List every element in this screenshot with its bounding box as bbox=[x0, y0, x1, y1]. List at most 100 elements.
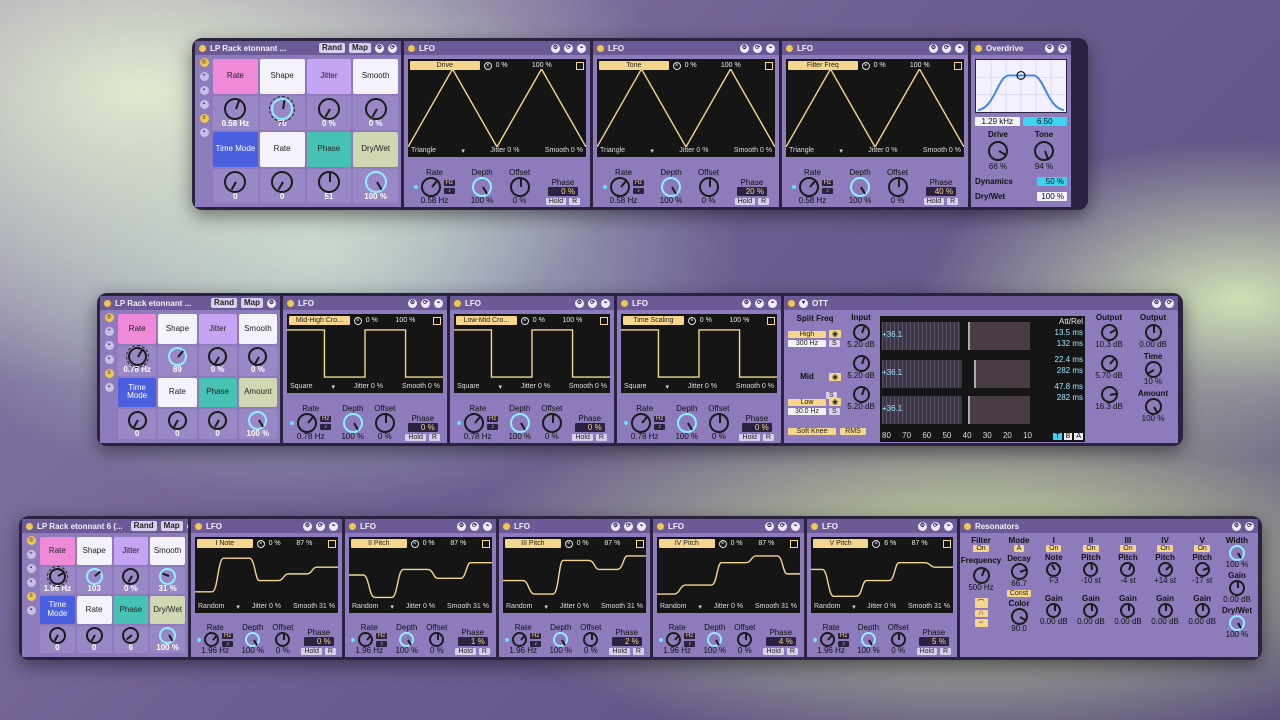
macro-knob-time-mode[interactable]: 0 bbox=[118, 409, 157, 439]
attack-high[interactable]: 13.5 ms bbox=[1034, 327, 1083, 338]
jitter-value[interactable]: Jitter 0 % bbox=[252, 603, 281, 612]
resonator-gain-knob[interactable] bbox=[1046, 603, 1062, 618]
link-icon[interactable]: ⌁ bbox=[766, 43, 775, 53]
macro-knob-phase[interactable]: 51 bbox=[306, 168, 352, 203]
waveform-select[interactable]: Random bbox=[506, 603, 532, 612]
retrigger-button[interactable]: R bbox=[324, 648, 336, 655]
input-knob-low[interactable] bbox=[852, 386, 870, 403]
release-high[interactable]: 132 ms bbox=[1034, 338, 1083, 349]
soft-knee-button[interactable]: Soft Knee bbox=[788, 428, 836, 435]
macro-knob-rate-2[interactable]: 0 bbox=[76, 625, 112, 653]
lfo-waveform-display[interactable]: Tone × 0 % 100 % Triangle ▾ Jitter 0 % Smooth … bbox=[597, 59, 775, 157]
hot-swap-icon[interactable]: ⟳ bbox=[564, 43, 573, 53]
filter-type-lowpass-icon[interactable]: ⌒ bbox=[974, 598, 988, 608]
lfo-waveform-display[interactable]: IV Pitch × 0 % 87 % Random ▾ Jitter 0 % Smooth… bbox=[657, 537, 800, 613]
device-power-toggle[interactable] bbox=[811, 522, 818, 530]
jitter-value[interactable]: Jitter 0 % bbox=[679, 147, 708, 156]
resonator-gain-knob[interactable] bbox=[1157, 603, 1173, 618]
hold-button[interactable]: Hold bbox=[923, 198, 945, 205]
drive-knob[interactable] bbox=[987, 141, 1008, 161]
device-power-toggle[interactable] bbox=[786, 44, 793, 52]
rate-hz-button[interactable]: Hz bbox=[530, 632, 542, 639]
settings-icon[interactable]: ⚙ bbox=[186, 521, 188, 531]
const-button[interactable]: Const bbox=[1006, 590, 1032, 597]
low-solo-icon[interactable]: ◉ bbox=[829, 398, 842, 406]
retrigger-button[interactable]: R bbox=[762, 434, 774, 441]
hold-button[interactable]: Hold bbox=[734, 198, 756, 205]
color-knob[interactable] bbox=[1010, 608, 1028, 625]
filter-type-highpass-icon[interactable]: ⌣ bbox=[974, 619, 988, 627]
master-output-knob[interactable] bbox=[1144, 324, 1162, 341]
resonator-gain-knob[interactable] bbox=[1083, 603, 1099, 618]
settings-icon[interactable]: ⚙ bbox=[918, 521, 927, 531]
macro-knob-time-mode[interactable]: 0 bbox=[213, 168, 258, 203]
lfo-waveform-display[interactable]: II Pitch × 0 % 87 % Random ▾ Jitter 0 % Smooth… bbox=[349, 537, 492, 613]
amount-knob[interactable] bbox=[1144, 398, 1162, 415]
link-icon[interactable]: ⌁ bbox=[601, 298, 610, 308]
hot-swap-icon[interactable]: ⟳ bbox=[421, 298, 430, 308]
phase-slider[interactable]: 1 % bbox=[457, 637, 488, 646]
release-low[interactable]: 282 ms bbox=[1034, 392, 1083, 403]
hot-swap-icon[interactable]: ⟳ bbox=[388, 43, 397, 53]
rate-knob[interactable] bbox=[819, 632, 835, 647]
device-power-toggle[interactable] bbox=[597, 44, 604, 52]
macro-icon[interactable]: ▪ bbox=[26, 564, 36, 573]
phase-slider[interactable]: 0 % bbox=[303, 637, 334, 646]
hot-swap-icon[interactable]: ⟳ bbox=[470, 521, 479, 531]
high-freq-field[interactable]: 300 Hz bbox=[788, 340, 826, 347]
offset-knob[interactable] bbox=[275, 632, 291, 647]
device-power-toggle[interactable] bbox=[964, 522, 971, 530]
filter-type-bandpass-icon[interactable]: ∩ bbox=[974, 610, 988, 617]
offset-knob[interactable] bbox=[887, 177, 908, 197]
input-knob-mid[interactable] bbox=[852, 355, 870, 372]
time-knob[interactable] bbox=[1144, 361, 1162, 378]
device-list-icon[interactable]: ≡ bbox=[26, 592, 36, 601]
lfo-waveform-display[interactable]: I Note × 0 % 87 % Random ▾ Jitter 0 % Smooth 3… bbox=[195, 537, 338, 613]
offset-knob[interactable] bbox=[583, 632, 599, 647]
rate-hz-button[interactable]: Hz bbox=[684, 632, 696, 639]
smooth-value[interactable]: Smooth 0 % bbox=[923, 147, 961, 156]
device-list-icon[interactable]: ≡ bbox=[104, 369, 114, 378]
smooth-value[interactable]: Smooth 0 % bbox=[545, 147, 583, 156]
offset-knob[interactable] bbox=[541, 413, 562, 433]
jitter-value[interactable]: Jitter 0 % bbox=[354, 383, 383, 392]
resonator-on-button[interactable]: On bbox=[1046, 545, 1062, 552]
phase-slider[interactable]: 4 % bbox=[765, 637, 796, 646]
depth-knob[interactable] bbox=[661, 177, 682, 197]
output-knob-high[interactable] bbox=[1100, 324, 1118, 341]
offset-knob[interactable] bbox=[374, 413, 395, 433]
phase-slider[interactable]: 2 % bbox=[611, 637, 642, 646]
rate-sync-icon[interactable]: ♪ bbox=[821, 188, 834, 194]
high-solo-button[interactable]: S bbox=[829, 340, 840, 347]
hot-swap-icon[interactable]: ⟳ bbox=[624, 521, 633, 531]
settings-icon[interactable]: ⚙ bbox=[929, 43, 938, 53]
settings-icon[interactable]: ⚙ bbox=[1152, 298, 1161, 308]
depth-knob[interactable] bbox=[509, 413, 530, 433]
depth-knob[interactable] bbox=[676, 413, 697, 433]
phase-slider[interactable]: 0 % bbox=[741, 423, 772, 432]
output-knob-mid[interactable] bbox=[1100, 355, 1118, 372]
macro-knob-smooth[interactable]: 31 % bbox=[150, 566, 185, 594]
chain-icon[interactable]: ◎ bbox=[104, 313, 114, 322]
rand-button[interactable]: Rand bbox=[211, 298, 237, 308]
retrigger-button[interactable]: R bbox=[786, 648, 798, 655]
device-power-toggle[interactable] bbox=[287, 299, 294, 307]
depth-knob[interactable] bbox=[553, 632, 569, 647]
resonator-pitch-knob[interactable] bbox=[1157, 562, 1173, 577]
chain-icon[interactable]: ◎ bbox=[26, 536, 36, 545]
rate-knob[interactable] bbox=[297, 413, 318, 433]
rate-hz-button[interactable]: Hz bbox=[821, 180, 834, 186]
high-solo-icon[interactable]: ◉ bbox=[829, 330, 842, 338]
macro-knob-jitter[interactable]: 0 % bbox=[306, 95, 352, 130]
depth-knob[interactable] bbox=[342, 413, 363, 433]
retrigger-button[interactable]: R bbox=[947, 198, 959, 205]
hold-button[interactable]: Hold bbox=[572, 434, 593, 441]
link-icon[interactable]: ⌁ bbox=[955, 43, 964, 53]
phase-slider[interactable]: 5 % bbox=[918, 637, 949, 646]
smooth-value[interactable]: Smooth 31 % bbox=[447, 603, 489, 612]
link-icon[interactable]: ⌁ bbox=[944, 521, 953, 531]
depth-knob[interactable] bbox=[850, 177, 871, 197]
rate-knob[interactable] bbox=[512, 632, 528, 647]
add-icon[interactable]: + bbox=[199, 72, 209, 81]
resonator-on-button[interactable]: On bbox=[1120, 545, 1136, 552]
